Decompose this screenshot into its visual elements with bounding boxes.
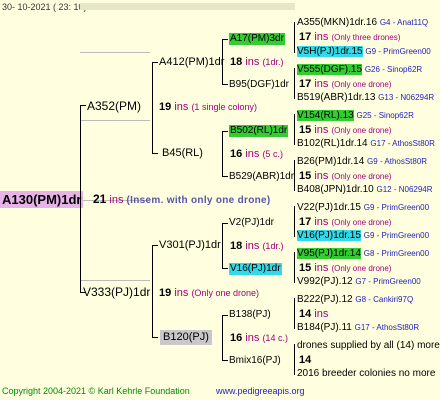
connector bbox=[80, 105, 86, 106]
connector bbox=[222, 315, 223, 361]
g4-b26[interactable]: B26(PM)1dr.14 G9 - AthosSt80R bbox=[297, 156, 427, 168]
connector bbox=[294, 298, 295, 329]
g4-v555[interactable]: V555(DGF).15 G26 - Sinop62R bbox=[297, 64, 422, 76]
queen-b529[interactable]: B529(ABR)1dr bbox=[229, 171, 294, 183]
g4-b184[interactable]: B184(PJ).11 G17 - AthosSt80R bbox=[297, 322, 419, 334]
connector bbox=[152, 245, 153, 338]
connector bbox=[80, 105, 81, 293]
g4-ins: 15 ins (Only one drone) bbox=[299, 262, 392, 274]
header-bar bbox=[80, 3, 295, 10]
connector bbox=[222, 360, 228, 361]
g4-ins: 17 ins (Only three drones) bbox=[299, 31, 401, 43]
g4-b222[interactable]: B222(PJ).12 G8 - Cankiri97Q bbox=[297, 294, 413, 306]
g4-ins: 17 ins (Only one drone) bbox=[299, 216, 392, 228]
queen-v2[interactable]: V2(PJ)1dr bbox=[229, 217, 274, 229]
queen-v16[interactable]: V16(PJ)1dr bbox=[229, 263, 282, 275]
connector bbox=[222, 84, 228, 85]
b120-ins: 16 ins (14 c.) bbox=[230, 332, 288, 344]
connector bbox=[152, 337, 158, 338]
g4-breeder-colonies: 2016 breeder colonies no more bbox=[297, 368, 436, 379]
connector bbox=[294, 344, 295, 375]
g4-a355[interactable]: A355(MKN)1dr.16 G4 - Anat11Q bbox=[297, 17, 428, 29]
connector bbox=[152, 62, 158, 63]
g4-v16[interactable]: V16(PJ)1dr.15 G9 - PrimGreen00 bbox=[297, 230, 429, 242]
a352-ins: 19 ins (1 single colony) bbox=[159, 101, 257, 113]
connector bbox=[222, 268, 228, 269]
connector bbox=[222, 223, 228, 224]
report-date: 30- 10-2021 ( 23: 10) bbox=[2, 2, 87, 12]
g4-ins: 17 ins (Only one drone) bbox=[299, 78, 392, 90]
g4-ins: 14 bbox=[299, 354, 312, 366]
g4-ins: 14 ins bbox=[299, 308, 329, 320]
queen-b502[interactable]: B502(RL)1dr bbox=[229, 125, 289, 137]
g4-b519[interactable]: B519(ABR)1dr.13 G13 - N06294R bbox=[297, 92, 434, 104]
g4-v95[interactable]: V95(PJ)1dr.14 G8 - PrimGreen00 bbox=[297, 248, 429, 260]
b45-ins: 16 ins (5 c.) bbox=[230, 148, 283, 160]
copyright: Copyright 2004-2021 © Karl Kehrle Founda… bbox=[2, 386, 190, 396]
queen-a17[interactable]: A17(PM)3dr bbox=[229, 33, 285, 45]
connector bbox=[152, 62, 153, 154]
queen-v301[interactable]: V301(PJ)1dr bbox=[159, 239, 221, 252]
g4-drones-supplied: drones supplied by all (14) more bbox=[297, 340, 440, 351]
site-link[interactable]: www.pedigreeapis.org bbox=[216, 386, 305, 396]
sire-v333[interactable]: V333(PJ)1dr bbox=[83, 285, 150, 300]
connector bbox=[222, 39, 223, 85]
g4-v5h[interactable]: V5H(PJ)1dr.15 G9 - PrimGreen00 bbox=[297, 46, 431, 58]
g4-v154[interactable]: V154(RL).13 G25 - Sinop62R bbox=[297, 110, 414, 122]
grid-line bbox=[80, 120, 150, 121]
queen-a412[interactable]: A412(PM)1dr bbox=[159, 56, 224, 69]
connector bbox=[294, 160, 295, 191]
a412-ins: 18 ins (1dr.) bbox=[230, 56, 284, 68]
connector bbox=[294, 22, 295, 53]
queen-b95[interactable]: B95(DGF)1dr bbox=[229, 79, 289, 91]
queen-b120[interactable]: B120(PJ) bbox=[160, 330, 212, 345]
g4-b408[interactable]: B408(JPN)1dr.10 G12 - N06294R bbox=[297, 184, 433, 196]
connector bbox=[152, 153, 158, 154]
g4-ins: 15 ins (Only one drone) bbox=[299, 170, 392, 182]
g4-ins: 15 ins (Only one drone) bbox=[299, 124, 392, 136]
connector bbox=[152, 245, 158, 246]
connector bbox=[222, 223, 223, 269]
connector bbox=[222, 131, 228, 132]
g4-v22[interactable]: V22(PJ)1dr.15 G9 - PrimGreen00 bbox=[297, 202, 429, 214]
connector bbox=[222, 131, 223, 177]
v301-ins: 18 ins (1dr.) bbox=[230, 240, 284, 252]
g4-b102[interactable]: B102(RL)1dr.14 G17 - AthosSt80R bbox=[297, 138, 435, 150]
queen-b45[interactable]: B45(RL) bbox=[162, 147, 203, 160]
root-queen[interactable]: A130(PM)1dr bbox=[0, 191, 84, 208]
g4-v992[interactable]: V992(PJ).12 G7 - PrimGreen00 bbox=[297, 276, 421, 288]
queen-b138[interactable]: B138(PJ) bbox=[229, 309, 271, 321]
connector bbox=[294, 68, 295, 99]
connector bbox=[294, 252, 295, 283]
grid-line bbox=[80, 280, 150, 281]
queen-bmix16[interactable]: Bmix16(PJ) bbox=[229, 355, 281, 367]
dam-a352[interactable]: A352(PM) bbox=[87, 99, 141, 114]
connector bbox=[294, 206, 295, 237]
v333-ins: 19 ins (Only one drone) bbox=[159, 287, 259, 299]
connector bbox=[222, 39, 228, 40]
connector bbox=[294, 114, 295, 145]
root-insemination: 21 ins (Insem. with only one drone) bbox=[93, 192, 271, 207]
connector bbox=[222, 315, 228, 316]
grid-line bbox=[80, 52, 150, 53]
connector bbox=[222, 176, 228, 177]
